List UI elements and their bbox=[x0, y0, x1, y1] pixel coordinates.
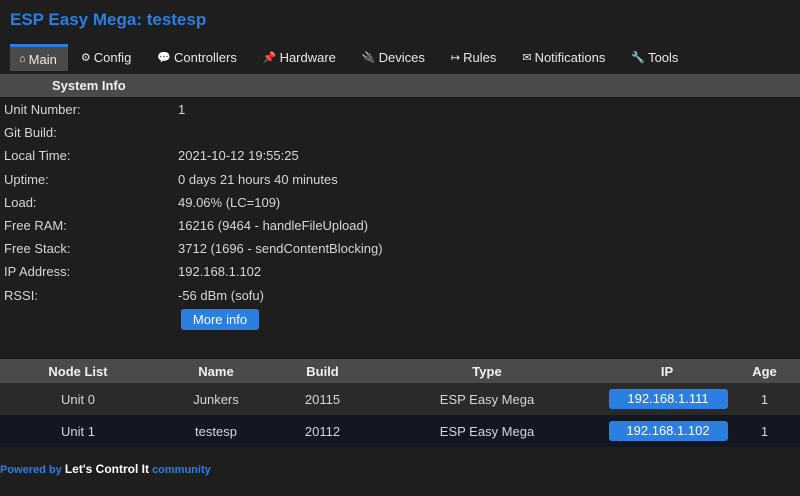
column-header: Node List bbox=[48, 363, 108, 379]
tab-label: Main bbox=[28, 51, 57, 67]
info-value: 0 days 21 hours 40 minutes bbox=[178, 171, 338, 187]
info-row-free-stack: Free Stack: 3712 (1696 - sendContentBloc… bbox=[0, 237, 800, 260]
footer: Powered by Let's Control It community bbox=[0, 462, 211, 476]
table-row: Unit 1 testesp 20112 ESP Easy Mega 192.1… bbox=[0, 415, 800, 447]
footer-brand-link[interactable]: Let's Control It bbox=[65, 462, 149, 476]
gear-icon: ⚙ bbox=[80, 52, 91, 64]
node-build: 20112 bbox=[304, 423, 341, 439]
tab-notifications[interactable]: ✉ Notifications bbox=[509, 44, 618, 71]
info-value: 2021-10-12 19:55:25 bbox=[178, 148, 299, 164]
info-label: Free Stack: bbox=[4, 241, 71, 257]
plug-icon: 🔌 bbox=[361, 52, 376, 64]
system-info-table: Unit Number: 1 Git Build: Local Time: 20… bbox=[0, 98, 800, 307]
page-title: ESP Easy Mega: testesp bbox=[10, 10, 207, 29]
table-row: Unit 0 Junkers 20115 ESP Easy Mega 192.1… bbox=[0, 383, 800, 415]
tab-config[interactable]: ⚙ Config bbox=[68, 44, 144, 71]
tab-label: Rules bbox=[463, 50, 497, 65]
column-header: Name bbox=[198, 363, 234, 379]
node-name: testesp bbox=[195, 423, 237, 439]
info-row-free-ram: Free RAM: 16216 (9464 - handleFileUpload… bbox=[0, 214, 800, 237]
column-header: Build bbox=[306, 363, 339, 379]
tab-hardware[interactable]: 📌 Hardware bbox=[250, 44, 349, 71]
section-title: System Info bbox=[52, 78, 126, 93]
tab-main[interactable]: ⌂ Main bbox=[10, 44, 68, 71]
info-label: Git Build: bbox=[4, 125, 57, 141]
info-label: Local Time: bbox=[4, 148, 71, 164]
info-value: 16216 (9464 - handleFileUpload) bbox=[178, 218, 369, 234]
info-label: Load: bbox=[4, 194, 37, 210]
tab-label: Tools bbox=[648, 50, 679, 65]
node-ip-cell: 192.168.1.111 bbox=[605, 389, 729, 409]
info-label: Free RAM: bbox=[4, 218, 67, 234]
tab-rules[interactable]: ↦ Rules bbox=[438, 44, 509, 71]
info-value: 49.06% (LC=109) bbox=[178, 194, 281, 210]
info-row-ip-address: IP Address: 192.168.1.102 bbox=[0, 260, 800, 283]
tab-label: Notifications bbox=[534, 50, 606, 65]
node-build: 20115 bbox=[304, 391, 341, 407]
tab-label: Hardware bbox=[279, 50, 336, 65]
wrench-icon: 🔧 bbox=[631, 52, 646, 64]
tab-controllers[interactable]: 💬 Controllers bbox=[144, 44, 250, 71]
column-header: Type bbox=[472, 363, 502, 379]
pushpin-icon: 📌 bbox=[262, 52, 277, 64]
info-value: 3712 (1696 - sendContentBlocking) bbox=[178, 241, 383, 257]
node-ip-button[interactable]: 192.168.1.111 bbox=[608, 389, 728, 409]
tab-devices[interactable]: 🔌 Devices bbox=[349, 44, 438, 71]
home-icon: ⌂ bbox=[19, 53, 26, 65]
info-label: IP Address: bbox=[4, 264, 71, 280]
tab-label: Devices bbox=[378, 50, 425, 65]
node-unit: Unit 0 bbox=[61, 391, 95, 407]
tab-label: Controllers bbox=[174, 50, 237, 65]
info-value: 192.168.1.102 bbox=[178, 264, 262, 280]
node-name: Junkers bbox=[193, 391, 239, 407]
info-row-local-time: Local Time: 2021-10-12 19:55:25 bbox=[0, 144, 800, 167]
main-nav: ⌂ Main ⚙ Config 💬 Controllers 📌 Hardware… bbox=[10, 44, 691, 71]
node-list-table: Node List Name Build Type IP Age Unit 0 … bbox=[0, 359, 800, 447]
arrow-right-icon: ↦ bbox=[450, 52, 461, 64]
info-row-load: Load: 49.06% (LC=109) bbox=[0, 191, 800, 214]
tab-label: Config bbox=[93, 50, 132, 65]
node-age: 1 bbox=[760, 391, 769, 407]
envelope-icon: ✉ bbox=[522, 52, 532, 64]
node-age: 1 bbox=[760, 423, 769, 439]
tab-tools[interactable]: 🔧 Tools bbox=[618, 44, 691, 71]
more-info-button[interactable]: More info bbox=[181, 309, 259, 330]
info-row-git-build: Git Build: bbox=[0, 121, 800, 144]
footer-community-link[interactable]: community bbox=[152, 464, 211, 476]
footer-powered-by: Powered by bbox=[0, 464, 62, 476]
info-value: -56 dBm (sofu) bbox=[178, 287, 264, 303]
column-header: Age bbox=[752, 363, 777, 379]
node-ip-button[interactable]: 192.168.1.102 bbox=[608, 421, 728, 441]
info-label: Unit Number: bbox=[4, 102, 81, 118]
info-value: 1 bbox=[178, 102, 186, 118]
node-type: ESP Easy Mega bbox=[439, 391, 535, 407]
info-row-uptime: Uptime: 0 days 21 hours 40 minutes bbox=[0, 168, 800, 191]
node-unit: Unit 1 bbox=[61, 423, 95, 439]
table-header-row: Node List Name Build Type IP Age bbox=[0, 359, 800, 383]
info-label: Uptime: bbox=[4, 171, 49, 187]
system-info-header: System Info bbox=[0, 74, 800, 97]
speech-bubble-icon: 💬 bbox=[157, 52, 171, 64]
info-label: RSSI: bbox=[4, 287, 38, 303]
node-ip-cell: 192.168.1.102 bbox=[605, 421, 729, 441]
info-row-rssi: RSSI: -56 dBm (sofu) bbox=[0, 284, 800, 307]
node-type: ESP Easy Mega bbox=[439, 423, 535, 439]
column-header: IP bbox=[660, 363, 674, 379]
info-row-unit-number: Unit Number: 1 bbox=[0, 98, 800, 121]
